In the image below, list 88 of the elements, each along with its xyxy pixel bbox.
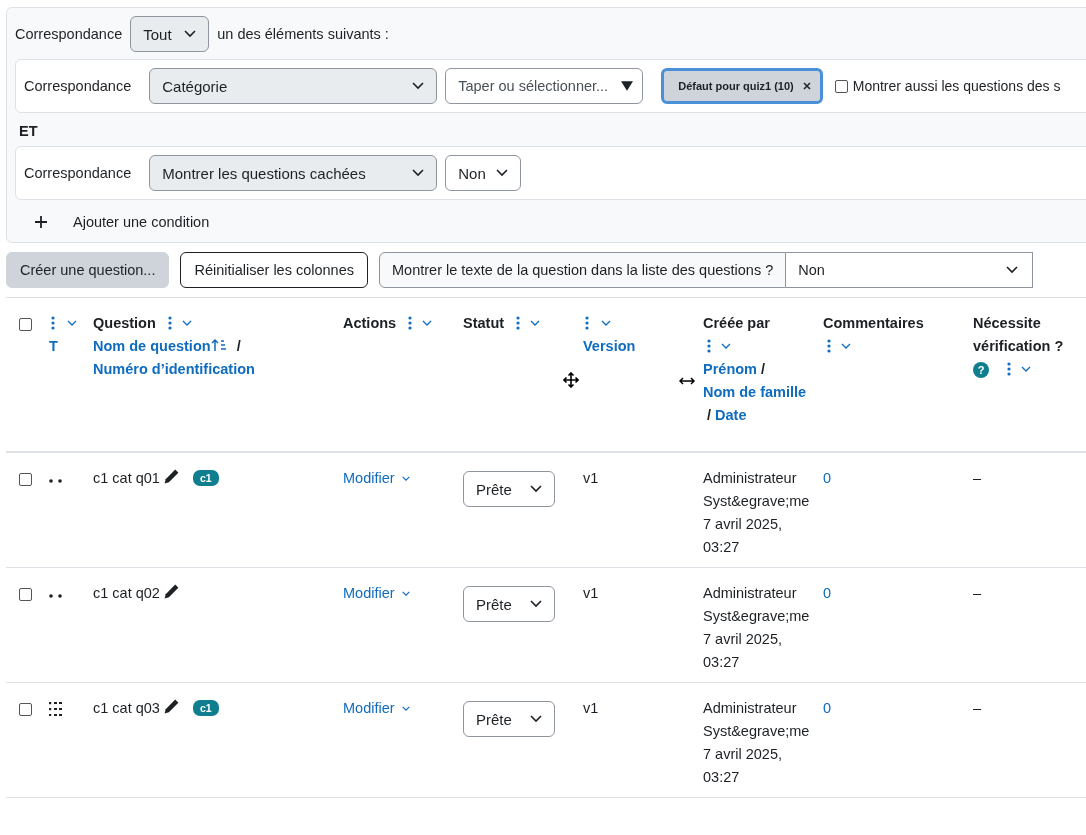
checkbox[interactable] (834, 79, 848, 93)
review-text: – (973, 700, 982, 716)
chevron-down-icon (400, 705, 411, 712)
sort-link[interactable]: Nom de question (93, 335, 233, 358)
column-title: Question (93, 315, 156, 331)
sort-link[interactable]: T (49, 335, 58, 358)
review-text: – (973, 585, 982, 601)
creator-name: Administrateur Syst&egrave;me (703, 699, 807, 741)
column-title: Actions (343, 315, 397, 331)
sort-link[interactable]: Nom de famille (703, 381, 807, 404)
chevron-down-icon (184, 30, 197, 38)
row-checkbox[interactable] (19, 473, 32, 486)
created-date: 7 avril 2025, 03:27 (703, 745, 783, 787)
chevron-down-icon (412, 169, 425, 177)
caret-down-icon (621, 81, 634, 91)
field-select[interactable]: Catégorie (149, 68, 438, 104)
review-text: – (973, 470, 982, 486)
help-icon[interactable]: ? (973, 362, 989, 379)
condition-label: Correspondance (24, 165, 132, 181)
status-select[interactable]: Prête (463, 586, 555, 622)
checkbox-label: Montrer aussi les questions des s (852, 78, 1061, 94)
chevron-down-icon (530, 715, 542, 723)
close-icon (802, 82, 811, 90)
question-name: c1 cat q03 (93, 700, 160, 716)
show-text-select[interactable]: Non (786, 252, 1034, 288)
chevron-down-icon (530, 485, 542, 493)
row-checkbox[interactable] (19, 588, 32, 601)
comments-link[interactable]: 0 (823, 470, 832, 486)
version-text: v1 (583, 700, 599, 716)
match-select[interactable]: Tout (130, 16, 210, 52)
sort-link[interactable]: Version (583, 335, 636, 358)
move-handle-icon[interactable] (563, 372, 579, 388)
separator: / (761, 361, 766, 377)
chevron-down-icon (1006, 266, 1019, 274)
sort-link[interactable]: Prénom (703, 358, 757, 381)
tag-badge: c1 (192, 700, 219, 716)
separator: / (707, 407, 712, 423)
chevron-down-icon (400, 475, 411, 482)
column-title: Statut (463, 315, 505, 331)
show-text-label: Montrer le texte de la question dans la liste des questions ? (379, 252, 787, 288)
match-label: Correspondance (15, 26, 123, 42)
chevron-down-icon (400, 590, 411, 597)
reset-columns-button[interactable]: Réinitialiser les colonnes (180, 252, 368, 288)
resize-handle-icon[interactable] (679, 376, 695, 386)
autocomplete-field[interactable]: Taper ou sélectionner... (445, 68, 644, 104)
chevron-down-icon (495, 169, 508, 177)
sort-link[interactable]: Date (715, 404, 747, 427)
category-chip[interactable]: Défaut pour quiz1 (10) (661, 68, 823, 104)
chevron-down-icon (530, 600, 542, 608)
pencil-icon[interactable] (162, 468, 180, 485)
chevron-down-icon (412, 82, 425, 90)
column-title: Commentaires (823, 315, 924, 331)
created-date: 7 avril 2025, 03:27 (703, 630, 783, 672)
question-name: c1 cat q02 (93, 585, 160, 601)
value-select[interactable]: Non (445, 155, 521, 191)
tag-badge: c1 (192, 470, 219, 486)
create-question-button[interactable]: Créer une question... (6, 252, 170, 288)
creator-name: Administrateur Syst&egrave;me (703, 584, 807, 626)
edit-menu-link[interactable]: Modifier (343, 582, 411, 605)
row-checkbox[interactable] (19, 703, 32, 716)
joiner-label: ET (19, 123, 39, 139)
question-name: c1 cat q01 (93, 470, 160, 486)
created-date: 7 avril 2025, 03:27 (703, 515, 783, 557)
comments-link[interactable]: 0 (823, 700, 832, 716)
pencil-icon[interactable] (162, 583, 180, 600)
sort-link[interactable]: Numéro d’identification (93, 358, 255, 381)
select-all-checkbox[interactable] (19, 318, 32, 331)
status-select[interactable]: Prête (463, 701, 555, 737)
comments-link[interactable]: 0 (823, 585, 832, 601)
dots-icon (49, 594, 63, 598)
sort-ascending-icon (210, 338, 227, 352)
edit-menu-link[interactable]: Modifier (343, 467, 411, 490)
status-select[interactable]: Prête (463, 471, 555, 507)
pencil-icon[interactable] (162, 698, 180, 715)
separator: / (236, 338, 241, 354)
version-text: v1 (583, 585, 599, 601)
list-icon (49, 702, 64, 716)
edit-menu-link[interactable]: Modifier (343, 697, 411, 720)
version-text: v1 (583, 470, 599, 486)
condition-label: Correspondance (24, 78, 132, 94)
column-title: Créée par (703, 315, 770, 331)
column-title: Nécessite vérification ? (973, 315, 1064, 354)
match-suffix: un des éléments suivants : (217, 26, 389, 42)
plus-icon[interactable] (35, 216, 47, 228)
dots-icon (49, 479, 63, 483)
creator-name: Administrateur Syst&egrave;me (703, 469, 807, 511)
add-condition-link[interactable]: Ajouter une condition (73, 214, 210, 230)
field-select[interactable]: Montrer les questions cachées (149, 155, 438, 191)
